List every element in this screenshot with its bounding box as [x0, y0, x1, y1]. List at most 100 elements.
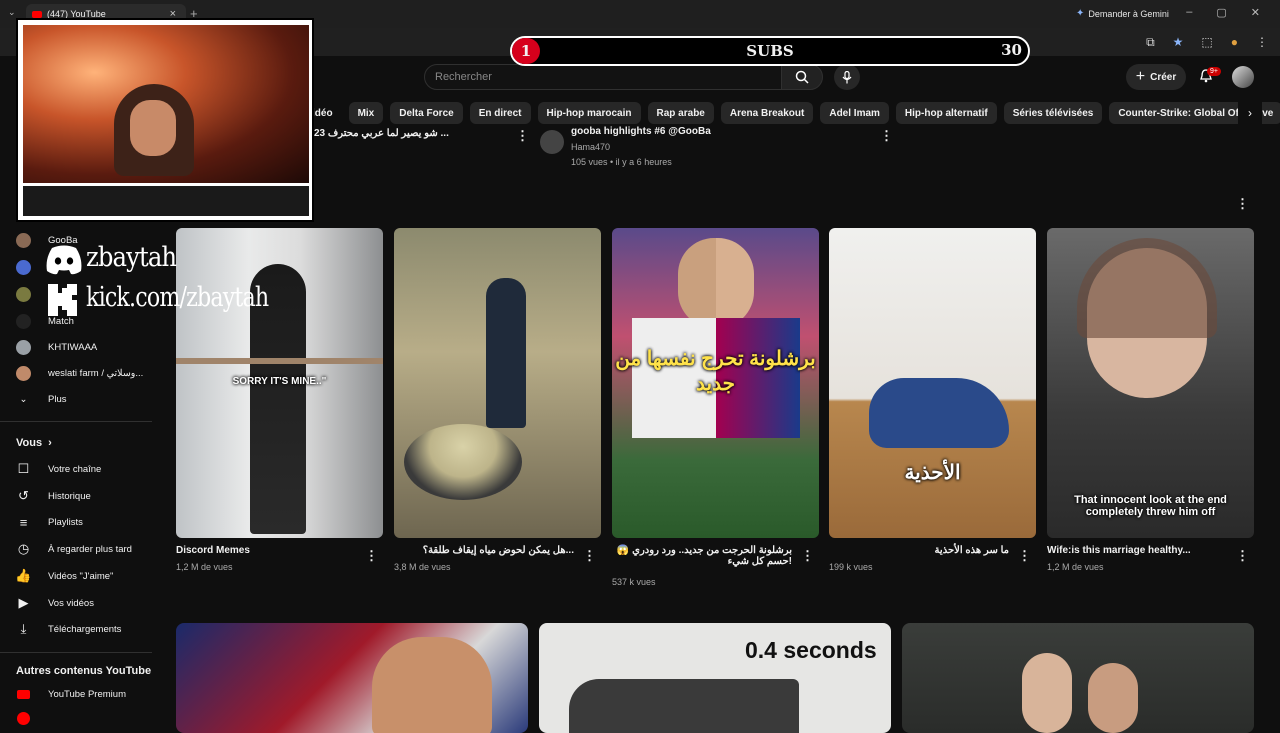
short-thumbnail[interactable] — [394, 228, 601, 538]
more-options-icon[interactable]: ⋮ — [801, 548, 814, 564]
webcam-frame-bottom — [23, 186, 309, 216]
cast-icon[interactable]: ⧉ — [1146, 35, 1155, 50]
short-caption: الأحذية — [904, 462, 961, 484]
thumbnail-barre — [176, 358, 383, 364]
filter-chip[interactable]: Adel Imam — [820, 102, 889, 124]
gemini-button[interactable]: ✦ Demander à Gemini — [1076, 8, 1169, 19]
sidebar-item-label: Vidéos "J'aime" — [48, 570, 114, 582]
more-options-icon[interactable]: ⋮ — [516, 128, 529, 144]
filter-chip[interactable]: idéo — [312, 102, 342, 124]
filter-chip[interactable]: Arena Breakout — [720, 102, 814, 124]
tab-search-icon[interactable]: ⌄ — [8, 7, 16, 18]
thumbnail-face — [1088, 663, 1138, 733]
channel-name[interactable]: Hama470 — [571, 142, 610, 152]
you-label: Vous — [16, 437, 43, 449]
thumbnail-guitar — [569, 679, 799, 733]
short-title[interactable]: Wife:is this marriage healthy... — [1047, 545, 1227, 556]
maximize-icon[interactable]: ▢ — [1216, 6, 1226, 19]
sidebar-item-music[interactable] — [16, 709, 31, 727]
video-title[interactable]: gooba highlights #6 @GooBa — [571, 126, 711, 137]
short-thumbnail[interactable]: الأحذية — [829, 228, 1036, 538]
short-views: 3,8 M de vues — [394, 562, 451, 572]
bookmark-star-icon[interactable]: ★ — [1173, 35, 1184, 50]
divider — [0, 421, 152, 422]
create-button[interactable]: + Créer — [1126, 64, 1186, 90]
sidebar-subscription[interactable] — [16, 285, 48, 303]
more-options-icon[interactable]: ⋮ — [1236, 548, 1249, 564]
shorts-section-options-icon[interactable]: ⋮ — [1236, 196, 1249, 212]
minimize-icon[interactable]: – — [1186, 6, 1192, 19]
plus-icon: + — [1135, 68, 1146, 85]
short-thumbnail[interactable]: برشلونة تحرج نفسها من جديد — [612, 228, 819, 538]
create-label: Créer — [1150, 71, 1177, 83]
short-title[interactable]: هل يمكن لحوض مياه إيقاف طلقة؟... — [394, 545, 574, 556]
thumbnail-face — [1022, 653, 1072, 733]
window-close-icon[interactable]: ✕ — [1251, 6, 1260, 19]
video-thumbnail[interactable] — [176, 623, 528, 733]
sidebar-item-premium[interactable]: YouTube Premium — [16, 685, 126, 703]
short-views: 199 k vues — [829, 562, 873, 572]
streamer-face — [130, 100, 176, 156]
subs-target: 30 — [1001, 41, 1022, 59]
sidebar-item-more[interactable]: ⌄ Plus — [16, 390, 67, 408]
filter-chip[interactable]: Rap arabe — [647, 102, 714, 124]
short-views: 537 k vues — [612, 577, 656, 587]
sidebar-item-label: Historique — [48, 490, 91, 502]
filter-chip[interactable]: Delta Force — [390, 102, 463, 124]
filter-chip[interactable]: Mix — [348, 102, 384, 124]
sidebar-item-label: KHTIWAAA — [48, 341, 98, 353]
search-button[interactable] — [781, 64, 823, 90]
profile-icon[interactable]: ● — [1231, 35, 1238, 50]
search-icon — [795, 70, 809, 84]
voice-search-button[interactable] — [834, 64, 860, 90]
filter-chip[interactable]: Hip-hop alternatif — [895, 102, 997, 124]
subs-label: SUBS — [746, 42, 794, 60]
youtube-music-icon — [16, 711, 31, 726]
more-options-icon[interactable]: ⋮ — [365, 548, 378, 564]
sidebar-item-your-videos[interactable]: ▶ Vos vidéos — [16, 594, 94, 612]
account-avatar[interactable] — [1232, 66, 1254, 88]
sidebar-item-label: Match — [48, 315, 74, 327]
short-thumbnail[interactable]: That innocent look at the end completely… — [1047, 228, 1254, 538]
filter-chip[interactable]: En direct — [469, 102, 531, 124]
other-youtube-header: Autres contenus YouTube — [16, 665, 152, 677]
short-title[interactable]: ما سر هذه الأحذية — [829, 545, 1009, 556]
sidebar-item-clock[interactable]: ◷ À regarder plus tard — [16, 540, 132, 558]
sidebar-item-label: Téléchargements — [48, 623, 122, 635]
short-title[interactable]: Discord Memes — [176, 545, 356, 556]
sidebar-item-playlists[interactable]: ≡ Playlists — [16, 513, 83, 531]
short-title[interactable]: 😱 برشلونة الحرجت من جديد.. ورد رودري حسم… — [612, 545, 792, 567]
sidebar-subscription[interactable]: KHTIWAAA — [16, 338, 97, 356]
browser-menu-icon[interactable]: ⋮ — [1256, 35, 1268, 50]
filter-chip[interactable]: Hip-hop marocain — [537, 102, 641, 124]
playlists-icon: ≡ — [19, 514, 28, 530]
short-thumbnail[interactable]: SORRY IT'S MINE.." — [176, 228, 383, 538]
chips-next-arrow-icon[interactable]: › — [1238, 102, 1262, 124]
channel-avatar — [16, 232, 31, 248]
short-caption: برشلونة تحرج نفسها من جديد — [615, 348, 816, 395]
discord-handle: zbaytah — [86, 242, 177, 273]
channel-avatar[interactable] — [540, 130, 564, 154]
subs-current: 1 — [512, 38, 540, 64]
filter-chip[interactable]: Séries télévisées — [1003, 102, 1103, 124]
sidebar-item-label: À regarder plus tard — [48, 543, 132, 555]
search-input[interactable]: Rechercher — [424, 64, 782, 90]
divider — [0, 652, 152, 653]
sidebar-subscription[interactable]: weslati farm / وسلاتي... — [16, 364, 143, 382]
more-options-icon[interactable]: ⋮ — [583, 548, 596, 564]
sidebar-item-thumbs-up[interactable]: 👍 Vidéos "J'aime" — [15, 567, 114, 585]
video-thumbnail[interactable]: 0.4 seconds — [539, 623, 891, 733]
gemini-icon: ✦ — [1076, 8, 1085, 19]
more-options-icon[interactable]: ⋮ — [880, 128, 893, 144]
extensions-icon[interactable]: ⬚ — [1201, 35, 1212, 50]
channel-avatar — [16, 339, 31, 355]
more-options-icon[interactable]: ⋮ — [1018, 548, 1031, 564]
sidebar-you-header[interactable]: Vous › — [16, 437, 52, 449]
video-thumbnail[interactable] — [902, 623, 1254, 733]
video-title[interactable]: شو يصير لما عربي محترف 23 ... — [314, 128, 514, 139]
history-icon: ↺ — [18, 488, 29, 503]
sidebar-item-channel[interactable]: ☐ Votre chaîne — [16, 460, 102, 478]
sidebar-item-download[interactable]: ⤓ Téléchargements — [16, 620, 122, 638]
short-caption: That innocent look at the end completely… — [1074, 494, 1227, 518]
sidebar-item-history[interactable]: ↺ Historique — [16, 487, 91, 505]
